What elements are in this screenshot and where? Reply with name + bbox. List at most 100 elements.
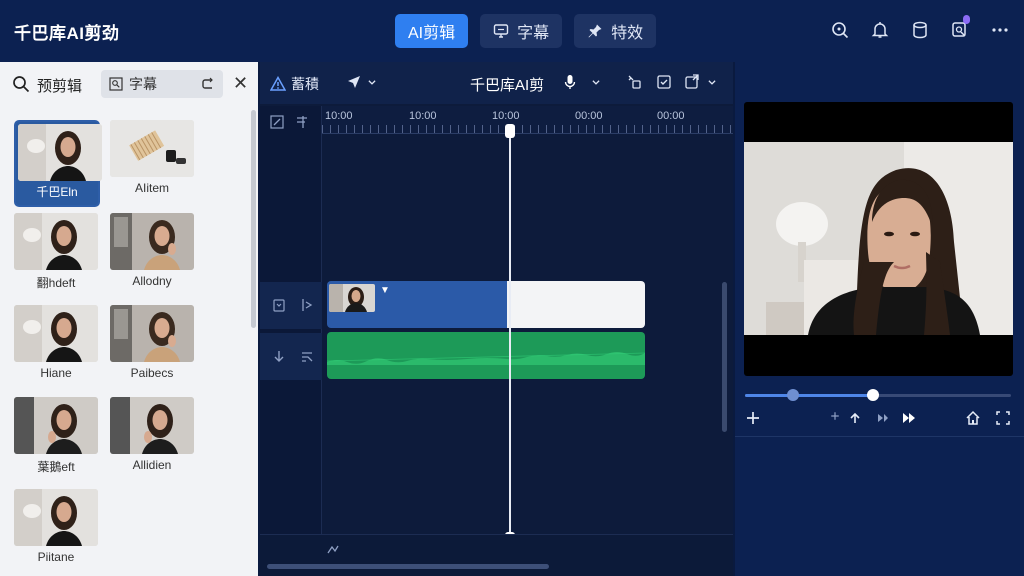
download-icon[interactable]: [268, 346, 290, 368]
home-icon[interactable]: [965, 410, 981, 426]
media-thumbnail: [14, 397, 98, 454]
ruler-ticks: [322, 125, 733, 133]
share-icon[interactable]: [950, 15, 970, 41]
search-icon[interactable]: [12, 75, 30, 93]
zoom-icon[interactable]: [326, 543, 340, 557]
media-item[interactable]: AIitem: [110, 120, 194, 195]
playhead[interactable]: [509, 128, 511, 538]
checkbox-icon: [657, 75, 671, 89]
media-thumbnail: [110, 397, 194, 454]
playback-controls: [745, 410, 1011, 430]
media-item[interactable]: 翻hdeft: [14, 213, 98, 291]
notification-dot: [963, 15, 970, 24]
ruler-label: 10:00: [409, 110, 437, 122]
media-item[interactable]: 葉鵝eft: [14, 397, 98, 475]
media-thumbnail: [14, 489, 98, 546]
timeline-toolbar: 蓄積 千巴库AI剪: [260, 62, 733, 104]
monitor-icon: [493, 24, 509, 38]
media-item[interactable]: Piitane: [14, 489, 98, 564]
timeline-footer: [260, 534, 733, 576]
fullscreen-icon[interactable]: [995, 410, 1011, 426]
close-icon[interactable]: ✕: [233, 74, 248, 92]
media-item[interactable]: Paibecs: [110, 305, 194, 380]
video-clip-blank[interactable]: [507, 281, 645, 328]
timeline-mode-button[interactable]: 蓄積: [270, 74, 319, 94]
preview-frame: [744, 142, 1013, 335]
video-clip[interactable]: ▼: [327, 281, 507, 328]
split-tool[interactable]: [626, 74, 642, 90]
clip-thumbnail: [329, 284, 375, 312]
range-start-handle[interactable]: [786, 389, 799, 401]
timeline-mode-label: 蓄積: [291, 76, 319, 92]
add-small-icon[interactable]: [829, 410, 841, 422]
playback-progress-fill: [745, 394, 873, 397]
app-title: 千巴库AI剪劲: [14, 24, 120, 43]
subtitle-search-icon: [109, 77, 123, 91]
bell-icon[interactable]: [870, 19, 890, 41]
tab-effects[interactable]: 特效: [574, 14, 657, 48]
add-icon[interactable]: [745, 410, 761, 426]
ruler-label: 00:00: [657, 110, 685, 122]
microphone-icon: [564, 75, 576, 89]
pointer-tool[interactable]: [346, 74, 377, 90]
playback-progress-bar[interactable]: [745, 389, 1011, 401]
pin-icon: [588, 24, 602, 38]
media-item-frame: [14, 489, 98, 546]
top-bar: 千巴库AI剪劲 AI剪辑 字幕 特效: [0, 0, 1024, 62]
audio-track-icon[interactable]: [296, 346, 318, 368]
refresh-icon[interactable]: [201, 77, 215, 91]
app-window: 千巴库AI剪劲 AI剪辑 字幕 特效 预剪辑 字幕 ✕ 千巴Eln AIitem…: [0, 0, 1024, 576]
video-track-lock-icon[interactable]: [268, 294, 290, 316]
media-thumbnail: [110, 305, 194, 362]
clip-menu-icon[interactable]: ▼: [380, 285, 390, 296]
tab-ai-edit[interactable]: AI剪辑: [395, 14, 469, 48]
media-item-label: Piitane: [37, 550, 75, 564]
media-item[interactable]: Hiane: [14, 305, 98, 380]
database-icon[interactable]: [910, 19, 930, 41]
media-item[interactable]: Allidien: [110, 397, 194, 472]
chevron-down-icon: [708, 80, 716, 85]
step-forward-icon[interactable]: [875, 410, 891, 426]
timeline-vertical-scrollbar[interactable]: [722, 282, 727, 432]
checkbox-tool[interactable]: [656, 74, 672, 90]
media-item-frame: [14, 397, 98, 454]
export-icon: [685, 74, 699, 89]
microphone-button[interactable]: [562, 74, 601, 90]
media-item-label: Hiane: [40, 366, 72, 380]
playback-handle[interactable]: [866, 389, 879, 401]
playhead-handle-top[interactable]: [505, 124, 515, 138]
media-item[interactable]: Allodny: [110, 213, 194, 288]
timeline-panel: 蓄積 千巴库AI剪 10:00 10:00 10:00 00:00 00:00 …: [260, 62, 733, 576]
chevron-down-icon: [592, 80, 600, 85]
media-item-frame: [14, 305, 98, 362]
media-thumbnail: [110, 213, 194, 270]
snap-icon[interactable]: [292, 111, 314, 133]
media-item-frame: [110, 305, 194, 362]
media-scrollbar[interactable]: [251, 110, 256, 328]
media-item-frame: 千巴Eln: [14, 120, 102, 207]
top-icons: [830, 15, 1010, 41]
fast-forward-icon[interactable]: [901, 410, 917, 426]
media-item-label: AIitem: [134, 181, 169, 195]
media-thumbnail: [14, 305, 98, 362]
media-library-panel: 预剪辑 字幕 ✕ 千巴Eln AIitem 翻hdeft Allodny Hiane Pa…: [0, 62, 258, 576]
media-item-frame: [110, 397, 194, 454]
timeline-ruler[interactable]: 10:00 10:00 10:00 00:00 00:00: [322, 106, 733, 134]
media-item[interactable]: 千巴Eln: [14, 120, 102, 207]
tab-subtitles[interactable]: 字幕: [480, 14, 563, 48]
media-library-title: 预剪辑: [37, 78, 83, 95]
export-tool[interactable]: [684, 74, 717, 90]
more-icon[interactable]: [990, 19, 1010, 41]
edit-icon[interactable]: [266, 111, 288, 133]
media-item-frame: [14, 213, 98, 270]
ruler-label: 10:00: [325, 110, 353, 122]
subtitle-filter-chip[interactable]: 字幕: [101, 70, 223, 98]
media-item-label: Allidien: [132, 458, 172, 472]
video-track-cut-icon[interactable]: [296, 294, 318, 316]
audio-clip[interactable]: [327, 332, 645, 379]
timeline-horizontal-scrollbar[interactable]: [267, 564, 549, 569]
tab-subtitles-label: 字幕: [517, 25, 550, 42]
up-arrow-icon[interactable]: [847, 410, 863, 426]
video-preview[interactable]: [744, 102, 1013, 376]
search-icon[interactable]: [830, 19, 850, 41]
